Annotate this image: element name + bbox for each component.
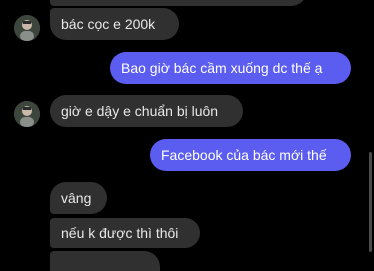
message-text: nếu k được thì thôi bbox=[61, 224, 179, 241]
message-text: Facebook của bác mới thế bbox=[161, 146, 327, 163]
message-bubble-incoming[interactable] bbox=[50, 251, 160, 271]
message-text: giờ e dậy e chuẩn bị luôn bbox=[61, 102, 219, 119]
contact-avatar[interactable] bbox=[14, 15, 40, 41]
avatar-icon bbox=[14, 15, 40, 41]
message-bubble-incoming[interactable]: nếu k được thì thôi bbox=[50, 218, 200, 248]
message-bubble-outgoing[interactable]: Facebook của bác mới thế bbox=[150, 139, 351, 171]
scrollbar[interactable] bbox=[369, 152, 372, 252]
contact-avatar[interactable] bbox=[14, 101, 40, 127]
message-bubble-incoming[interactable] bbox=[50, 0, 307, 6]
message-text: Bao giờ bác cầm xuống dc thế ạ bbox=[121, 59, 323, 76]
message-text: bác cọc e 200k bbox=[61, 15, 156, 32]
message-bubble-incoming[interactable]: giờ e dậy e chuẩn bị luôn bbox=[50, 95, 243, 127]
message-bubble-outgoing[interactable]: Bao giờ bác cầm xuống dc thế ạ bbox=[110, 52, 351, 84]
message-bubble-incoming[interactable]: bác cọc e 200k bbox=[50, 8, 179, 40]
message-text: vâng bbox=[61, 189, 92, 206]
message-bubble-incoming[interactable]: vâng bbox=[50, 182, 107, 214]
avatar-icon bbox=[14, 101, 40, 127]
chat-thread[interactable]: bác cọc e 200k Bao giờ bác cầm xuống dc … bbox=[0, 0, 374, 271]
